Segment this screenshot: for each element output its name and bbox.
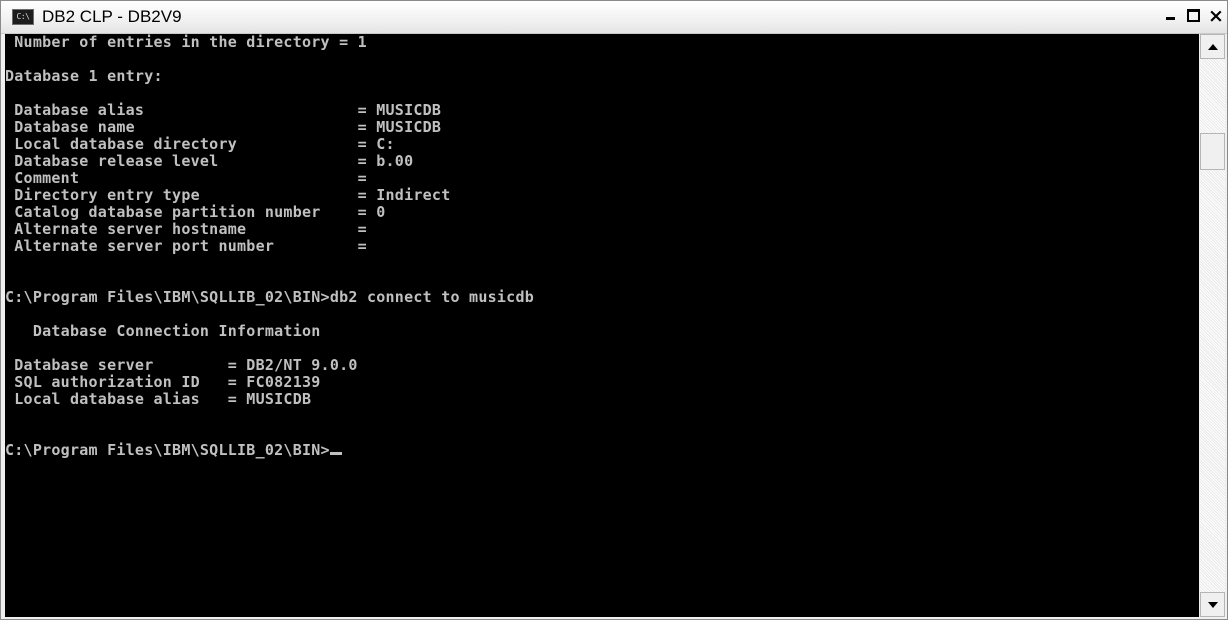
console-line: Database release level = b.00: [5, 153, 1199, 170]
close-button[interactable]: ×: [1207, 5, 1225, 27]
close-icon: ×: [1208, 5, 1224, 27]
title-bar[interactable]: C:\ DB2 CLP - DB2V9 ×: [1, 1, 1227, 34]
console-line-text: Database 1 entry:: [5, 67, 163, 85]
console-line: C:\Program Files\IBM\SQLLIB_02\BIN>: [5, 442, 1199, 459]
console-line: SQL authorization ID = FC082139: [5, 374, 1199, 391]
console-line-text: Database Connection Information: [5, 322, 321, 340]
vertical-scrollbar[interactable]: [1200, 34, 1225, 617]
console-line: C:\Program Files\IBM\SQLLIB_02\BIN>db2 c…: [5, 289, 1199, 306]
console-lines: Number of entries in the directory = 1 Da…: [5, 34, 1199, 459]
console-line-text: Number of entries in the directory = 1: [5, 34, 367, 51]
console-output[interactable]: Number of entries in the directory = 1 Da…: [5, 34, 1199, 617]
console-line-text: Local database directory = C:: [5, 135, 395, 153]
console-line-text: Database release level = b.00: [5, 152, 414, 170]
scrollbar-thumb[interactable]: [1200, 133, 1225, 170]
console-line: Database name = MUSICDB: [5, 119, 1199, 136]
console-line: Database server = DB2/NT 9.0.0: [5, 357, 1199, 374]
console-line: Number of entries in the directory = 1: [5, 34, 1199, 51]
console-line: Database 1 entry:: [5, 68, 1199, 85]
minimize-button[interactable]: [1162, 5, 1180, 27]
text-cursor: [329, 452, 342, 455]
console-line-text: Database alias = MUSICDB: [5, 101, 442, 119]
console-window: C:\ DB2 CLP - DB2V9 × Number of entries …: [0, 0, 1228, 620]
console-line: Comment =: [5, 170, 1199, 187]
scroll-down-arrow-icon: [1208, 602, 1218, 608]
console-line: Alternate server port number =: [5, 238, 1199, 255]
console-line: Local database directory = C:: [5, 136, 1199, 153]
console-line: Database Connection Information: [5, 323, 1199, 340]
console-icon[interactable]: C:\: [12, 9, 34, 25]
console-line-text: C:\Program Files\IBM\SQLLIB_02\BIN>db2 c…: [5, 288, 535, 306]
console-line-text: Directory entry type = Indirect: [5, 186, 451, 204]
scroll-down-button[interactable]: [1200, 592, 1225, 617]
minimize-icon: [1166, 17, 1175, 20]
console-line-text: Alternate server hostname =: [5, 220, 367, 238]
console-line: Directory entry type = Indirect: [5, 187, 1199, 204]
scroll-up-button[interactable]: [1200, 34, 1225, 59]
console-line: Local database alias = MUSICDB: [5, 391, 1199, 408]
maximize-icon: [1187, 9, 1200, 22]
console-line-text: C:\Program Files\IBM\SQLLIB_02\BIN>: [5, 441, 330, 459]
window-title: DB2 CLP - DB2V9: [42, 7, 182, 26]
maximize-button[interactable]: [1185, 5, 1203, 27]
console-line-text: Comment =: [5, 169, 367, 187]
console-line-text: Alternate server port number =: [5, 237, 367, 255]
console-line-text: SQL authorization ID = FC082139: [5, 373, 321, 391]
console-line: Database alias = MUSICDB: [5, 102, 1199, 119]
console-line-text: Catalog database partition number = 0: [5, 203, 386, 221]
scroll-up-arrow-icon: [1208, 44, 1218, 50]
console-line: Alternate server hostname =: [5, 221, 1199, 238]
console-line: Catalog database partition number = 0: [5, 204, 1199, 221]
console-line-text: Database server = DB2/NT 9.0.0: [5, 356, 358, 374]
console-line-text: Local database alias = MUSICDB: [5, 390, 312, 408]
console-line-text: Database name = MUSICDB: [5, 118, 442, 136]
